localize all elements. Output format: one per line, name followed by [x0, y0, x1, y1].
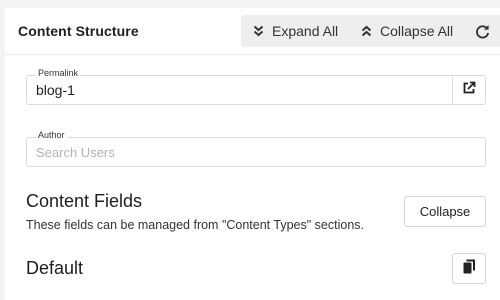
- copy-button[interactable]: [452, 253, 486, 284]
- permalink-field[interactable]: blog-1: [26, 75, 486, 105]
- permalink-label: Permalink: [36, 68, 81, 79]
- header-toolbar: Expand All Collapse All: [241, 15, 500, 47]
- collapse-all-label: Collapse All: [380, 23, 454, 39]
- expand-all-label: Expand All: [272, 23, 339, 39]
- copy-icon: [463, 259, 476, 279]
- author-search-input[interactable]: Search Users: [26, 137, 486, 167]
- double-chevron-up-icon: [361, 25, 372, 37]
- content-fields-description: These fields can be managed from "Conten…: [26, 218, 364, 232]
- collapse-all-button[interactable]: Collapse All: [361, 15, 453, 47]
- content-structure-panel: Content Structure Expand All Collapse Al…: [5, 8, 500, 300]
- expand-all-button[interactable]: Expand All: [253, 15, 338, 47]
- content-fields-title: Content Fields: [26, 191, 143, 211]
- double-chevron-down-icon: [253, 25, 264, 37]
- collapse-content-fields-button[interactable]: Collapse: [404, 196, 486, 227]
- author-placeholder: Search Users: [36, 145, 115, 160]
- external-link-icon: [462, 81, 476, 100]
- default-section-title: Default: [26, 258, 84, 278]
- panel-header: Content Structure Expand All Collapse Al…: [5, 8, 500, 55]
- open-permalink-button[interactable]: [452, 76, 485, 104]
- permalink-value: blog-1: [36, 82, 75, 98]
- panel-title: Content Structure: [18, 23, 139, 39]
- refresh-icon: [475, 24, 490, 39]
- refresh-button[interactable]: [475, 15, 490, 47]
- author-label: Author: [36, 130, 67, 141]
